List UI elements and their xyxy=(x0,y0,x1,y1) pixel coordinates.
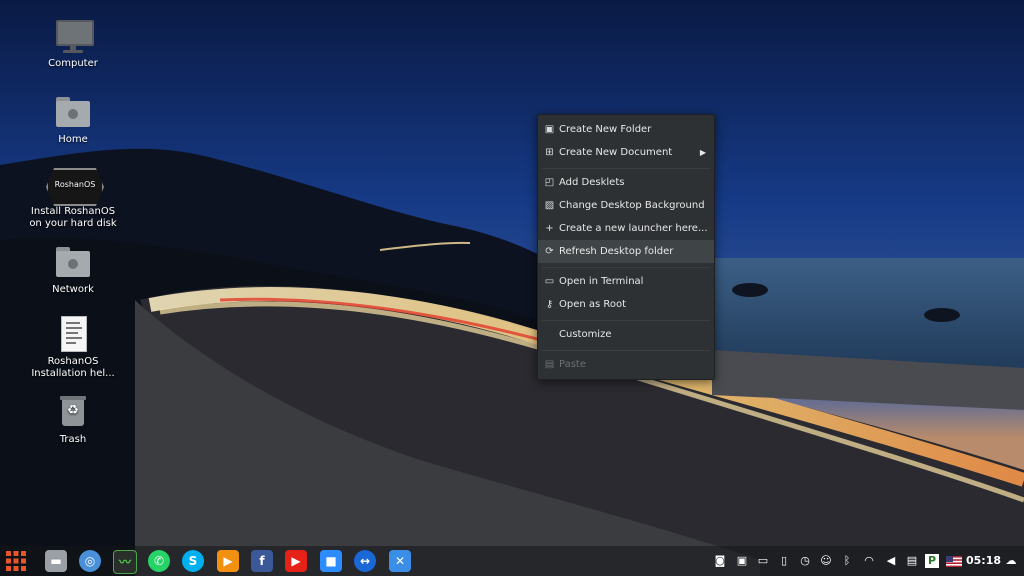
taskbar-network-app-button[interactable]: ✕ xyxy=(389,550,411,572)
taskbar-facebook-button[interactable]: f xyxy=(251,550,273,572)
menu-item-open-as-root[interactable]: ⚷ Open as Root xyxy=(538,293,714,316)
activity-icon: 〰 xyxy=(118,555,131,569)
teamviewer-icon: ↔ xyxy=(359,554,371,568)
taskbar-media-player-button[interactable]: ▶ xyxy=(217,550,239,572)
taskbar-browser-button[interactable]: ◎ xyxy=(79,550,101,572)
weather-icon[interactable]: ☁ xyxy=(1004,554,1018,568)
whatsapp-icon: ✆ xyxy=(153,554,165,568)
menu-item-create-new-folder[interactable]: ▣ Create New Folder xyxy=(538,118,714,141)
video-camera-icon: ■ xyxy=(325,554,337,568)
youtube-icon: ▶ xyxy=(291,554,301,568)
screenshot-icon[interactable]: ◙ xyxy=(713,554,727,568)
menu-item-add-desklets[interactable]: ◰ Add Desklets xyxy=(538,171,714,194)
network-folder-icon xyxy=(53,244,93,280)
notes-icon[interactable]: ▭ xyxy=(756,554,770,568)
desktop-icon-installation-help[interactable]: RoshanOS Installation hel... xyxy=(18,316,128,380)
desktop-wallpaper[interactable] xyxy=(0,0,1024,576)
document-plus-icon: ⊞ xyxy=(545,147,554,158)
home-folder-icon xyxy=(53,94,93,130)
play-icon: ▶ xyxy=(223,554,233,568)
network-app-icon: ✕ xyxy=(394,554,406,568)
key-icon: ⚷ xyxy=(545,299,554,310)
taskbar: ▬ ◎ 〰 ✆ S ▶ f ▶ ■ ↔ ✕ ◙ ▣ ▭ ▯ ◷ ☺ ᛒ ◠ ◀ … xyxy=(0,546,1024,576)
accessibility-icon[interactable]: ☺ xyxy=(819,554,833,568)
desktop-icon-label: Computer xyxy=(48,58,98,69)
trash-icon: ♻ xyxy=(53,394,93,430)
bluetooth-icon[interactable]: ᛒ xyxy=(840,554,854,568)
wifi-icon[interactable]: ◠ xyxy=(862,554,876,568)
menu-item-change-desktop-background[interactable]: ▨ Change Desktop Background xyxy=(538,194,714,217)
menu-separator xyxy=(542,168,710,169)
us-flag-icon[interactable] xyxy=(946,554,962,568)
parking-icon[interactable]: P xyxy=(925,554,939,568)
desktop-icon-trash[interactable]: ♻ Trash xyxy=(18,394,128,446)
taskbar-system-monitor-button[interactable]: 〰 xyxy=(113,550,137,574)
taskbar-zoom-button[interactable]: ■ xyxy=(320,550,342,572)
desktop-icon-label: Install RoshanOS on your hard disk xyxy=(29,206,117,229)
desktop-context-menu: ▣ Create New Folder ⊞ Create New Documen… xyxy=(537,114,715,380)
phone-icon[interactable]: ▯ xyxy=(777,554,791,568)
menu-item-paste: ▤ Paste xyxy=(544,359,586,370)
clock-time[interactable]: 05:18 xyxy=(966,554,1001,568)
roshanos-installer-icon: RoshanOS xyxy=(46,166,104,206)
folder-icon: ▬ xyxy=(50,554,62,568)
menu-separator xyxy=(542,320,710,321)
desktop-icon-install-roshanos[interactable]: RoshanOS Install RoshanOS on your hard d… xyxy=(18,166,128,230)
taskbar-skype-button[interactable]: S xyxy=(182,550,204,572)
submenu-arrow-icon: ▶ xyxy=(699,148,706,157)
plus-icon: + xyxy=(545,223,554,234)
document-icon xyxy=(53,316,93,352)
menu-item-open-in-terminal[interactable]: ▭ Open in Terminal xyxy=(538,270,714,293)
volume-icon[interactable]: ◀ xyxy=(884,554,898,568)
desktop-icon-label: Network xyxy=(52,284,94,295)
app-menu-button[interactable] xyxy=(5,550,27,572)
taskbar-files-button[interactable]: ▬ xyxy=(45,550,67,572)
taskbar-teamviewer-button[interactable]: ↔ xyxy=(354,550,376,572)
refresh-icon: ⟳ xyxy=(545,246,554,257)
menu-separator xyxy=(542,267,710,268)
menu-separator xyxy=(542,350,710,351)
clock-history-icon[interactable]: ◷ xyxy=(798,554,812,568)
desktop-icon-network[interactable]: Network xyxy=(18,244,128,296)
menu-item-create-launcher[interactable]: + Create a new launcher here... xyxy=(538,217,714,240)
browser-icon: ◎ xyxy=(84,554,96,568)
grid-menu-icon xyxy=(6,551,26,571)
desktop-icon-label: Trash xyxy=(59,434,87,445)
clipboard-icon: ▤ xyxy=(544,359,555,370)
clipboard-tray-icon[interactable]: ▤ xyxy=(905,554,919,568)
skype-icon: S xyxy=(188,554,198,568)
menu-item-refresh-desktop-folder[interactable]: ⟳ Refresh Desktop folder xyxy=(538,240,714,263)
taskbar-whatsapp-button[interactable]: ✆ xyxy=(148,550,170,572)
computer-icon xyxy=(53,18,94,54)
folder-plus-icon: ▣ xyxy=(544,124,555,135)
terminal-icon: ▭ xyxy=(544,276,555,287)
desklet-icon: ◰ xyxy=(544,177,555,188)
radio-icon[interactable]: ▣ xyxy=(735,554,749,568)
facebook-icon: f xyxy=(259,554,265,568)
desktop-icon-label: RoshanOS Installation hel... xyxy=(31,356,115,379)
menu-item-create-new-document[interactable]: ⊞ Create New Document ▶ xyxy=(538,141,714,164)
roshanos-logo: RoshanOS xyxy=(46,168,104,206)
desktop-icon-label: Home xyxy=(58,134,88,145)
taskbar-youtube-button[interactable]: ▶ xyxy=(285,550,307,572)
image-icon: ▨ xyxy=(544,200,555,211)
desktop-icon-computer[interactable]: Computer xyxy=(18,18,128,70)
desktop-icon-home[interactable]: Home xyxy=(18,94,128,146)
menu-item-customize[interactable]: Customize xyxy=(538,323,714,346)
